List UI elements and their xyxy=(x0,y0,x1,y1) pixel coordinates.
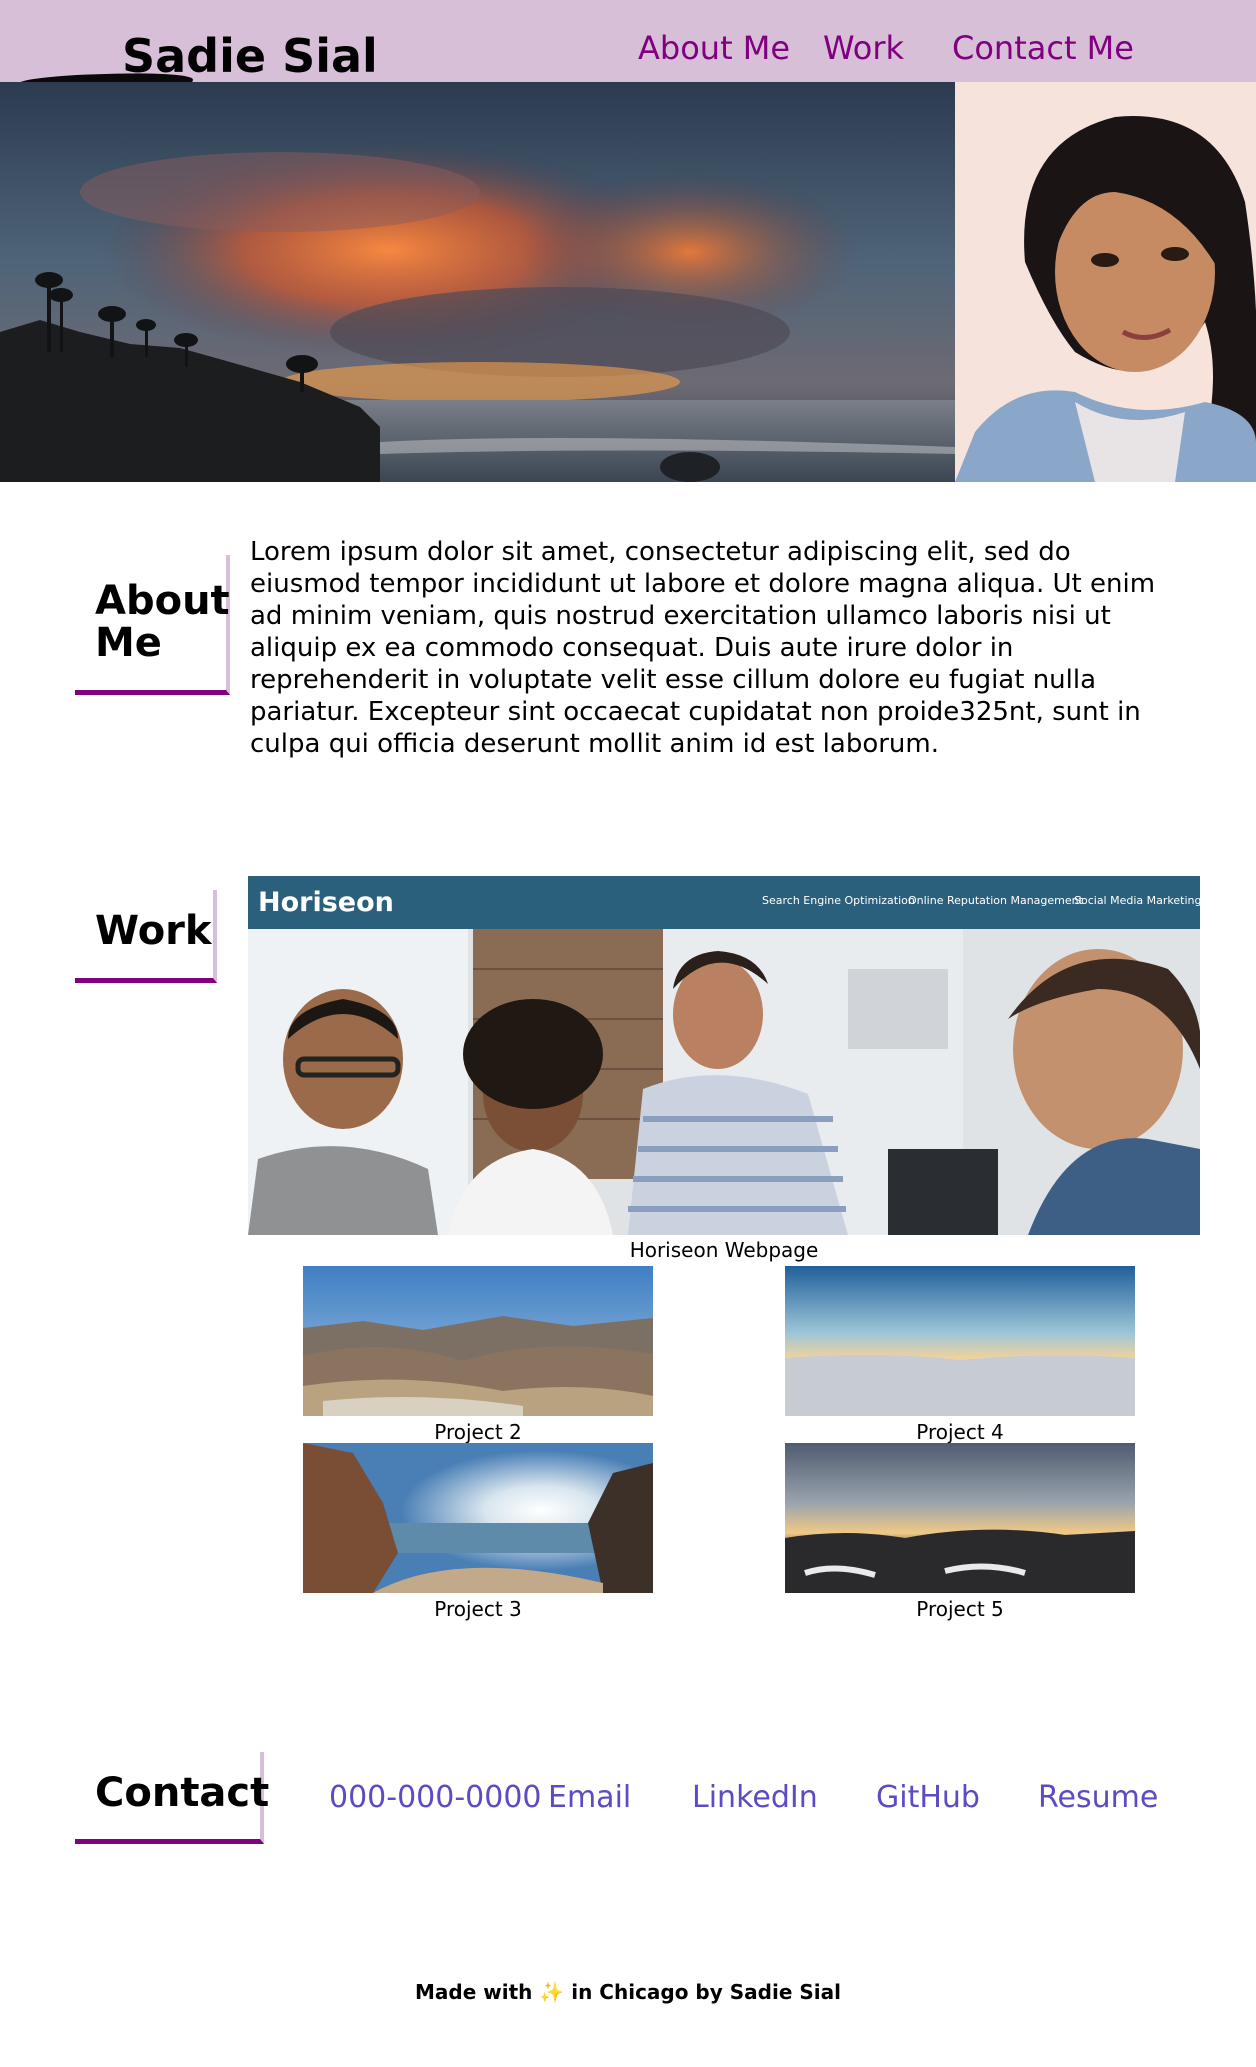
work-heading-label: Work xyxy=(95,908,212,954)
featured-project-caption: Horiseon Webpage xyxy=(629,1238,819,1262)
sparkles-icon: ✨ xyxy=(539,1980,565,2004)
project-2-caption: Project 2 xyxy=(434,1420,522,1444)
about-heading-line2: Me xyxy=(95,620,162,666)
project-5-caption: Project 5 xyxy=(916,1597,1004,1621)
featured-project-horiseon[interactable]: Horiseon Search Engine Optimization Onli… xyxy=(248,876,1200,1235)
contact-email-link[interactable]: Email xyxy=(548,1780,631,1816)
horiseon-link-seo: Search Engine Optimization xyxy=(762,894,915,907)
horiseon-link-social: Social Media Marketing xyxy=(1074,894,1200,907)
project-4-caption: Project 4 xyxy=(916,1420,1004,1444)
site-header: Sadie Sial About Me Work Contact Me xyxy=(0,0,1256,97)
contact-resume-link[interactable]: Resume xyxy=(1038,1780,1158,1816)
about-heading-line1: About xyxy=(95,578,230,624)
project-2-thumbnail[interactable] xyxy=(303,1266,653,1416)
contact-heading-label: Contact xyxy=(95,1770,270,1816)
horiseon-logo: Horiseon xyxy=(258,887,394,918)
horiseon-header-bar: Horiseon Search Engine Optimization Onli… xyxy=(248,876,1200,929)
footer-text-after: in Chicago by Sadie Sial xyxy=(571,1980,841,2004)
profile-photo xyxy=(955,82,1256,482)
contact-github-link[interactable]: GitHub xyxy=(876,1780,980,1816)
project-3-thumbnail[interactable] xyxy=(303,1443,653,1593)
contact-heading: Contact xyxy=(75,1752,269,1844)
nav-work[interactable]: Work xyxy=(823,28,904,68)
project-3-caption: Project 3 xyxy=(434,1597,522,1621)
project-5-thumbnail[interactable] xyxy=(785,1443,1135,1593)
about-heading: About Me xyxy=(75,555,230,695)
nav-contact-me[interactable]: Contact Me xyxy=(952,28,1134,68)
horiseon-team-photo xyxy=(248,929,1200,1235)
site-title[interactable]: Sadie Sial xyxy=(122,28,378,84)
footer-text-before: Made with xyxy=(415,1980,533,2004)
work-heading: Work xyxy=(75,890,217,983)
project-4-thumbnail[interactable] xyxy=(785,1266,1135,1416)
hero-sunset-image xyxy=(0,82,955,482)
site-footer: Made with ✨ in Chicago by Sadie Sial xyxy=(0,1980,1256,2004)
contact-phone-link[interactable]: 000-000-0000 xyxy=(329,1780,542,1816)
horiseon-link-reputation: Online Reputation Management xyxy=(908,894,1083,907)
about-body-text: Lorem ipsum dolor sit amet, consectetur … xyxy=(250,537,1156,759)
contact-linkedin-link[interactable]: LinkedIn xyxy=(692,1780,818,1816)
nav-about-me[interactable]: About Me xyxy=(638,28,790,68)
